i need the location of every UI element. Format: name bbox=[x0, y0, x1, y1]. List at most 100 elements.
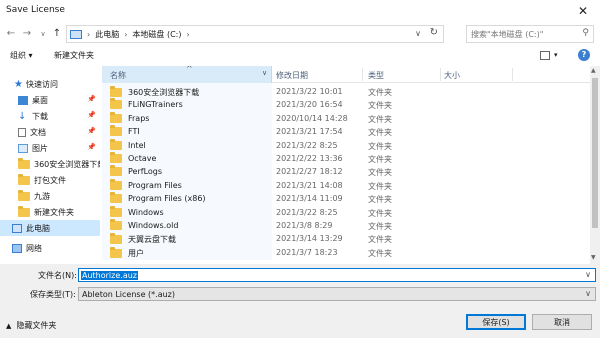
folder-icon bbox=[110, 205, 122, 217]
computer-icon bbox=[70, 29, 82, 39]
view-dropdown-icon[interactable]: ▾ bbox=[554, 51, 558, 59]
network-icon bbox=[12, 243, 22, 253]
table-row[interactable]: Windows 2021/3/22 8:25 文件夹 bbox=[102, 205, 590, 220]
nav-item-pictures[interactable]: 图片 📌 bbox=[0, 140, 100, 156]
nav-item-network[interactable]: 网络 bbox=[0, 240, 100, 256]
back-button[interactable]: ← bbox=[4, 26, 18, 42]
document-icon bbox=[18, 127, 26, 137]
file-name: 天翼云盘下载 bbox=[128, 235, 176, 245]
filename-input[interactable]: Authorize.auz ∨ bbox=[78, 268, 596, 282]
table-row[interactable]: FTI 2021/3/21 17:54 文件夹 bbox=[102, 125, 590, 139]
name-column-dropdown-icon[interactable]: ∨ bbox=[262, 69, 267, 77]
up-button[interactable]: ↑ bbox=[50, 26, 64, 42]
quick-access[interactable]: ★ 快速访问 bbox=[0, 76, 100, 92]
breadcrumb-drive-c[interactable]: 本地磁盘 (C:) bbox=[132, 29, 181, 40]
table-row[interactable]: 用户 2021/3/7 18:23 文件夹 bbox=[102, 246, 590, 260]
folder-icon bbox=[18, 173, 30, 185]
refresh-icon[interactable]: ↻ bbox=[430, 27, 438, 38]
nav-item-label: 桌面 bbox=[32, 95, 48, 105]
save-type-select[interactable]: Ableton License (*.auz) ∨ bbox=[78, 287, 596, 301]
nav-item-new-folder[interactable]: 新建文件夹 bbox=[0, 204, 100, 220]
recent-locations-button[interactable]: ∨ bbox=[36, 26, 50, 42]
file-type: 文件夹 bbox=[368, 222, 392, 231]
nav-item-label: 图片 bbox=[32, 143, 48, 153]
table-row[interactable]: 天翼云盘下载 2021/3/14 13:29 文件夹 bbox=[102, 233, 590, 246]
nav-item-label: 九游 bbox=[34, 191, 50, 201]
back-arrow-icon: ← bbox=[6, 28, 16, 39]
file-name-cell: 360安全浏览器下载 bbox=[110, 86, 200, 98]
scroll-down-icon[interactable]: ▼ bbox=[591, 254, 596, 261]
file-name: PerfLogs bbox=[128, 167, 163, 177]
file-name-cell: Program Files (x86) bbox=[110, 192, 206, 204]
forward-button[interactable]: → bbox=[20, 26, 34, 42]
table-row[interactable]: Octave 2021/2/22 13:36 文件夹 bbox=[102, 152, 590, 166]
file-type: 文件夹 bbox=[368, 248, 392, 258]
column-divider[interactable] bbox=[512, 68, 513, 81]
table-row[interactable]: Program Files (x86) 2021/3/14 11:09 文件夹 bbox=[102, 192, 590, 206]
folder-icon bbox=[110, 219, 122, 230]
vertical-scrollbar[interactable]: ▲ ▼ bbox=[590, 66, 600, 264]
table-row[interactable]: Windows.old 2021/3/8 8:29 文件夹 bbox=[102, 219, 590, 233]
file-list: ^ 名称 ∨ 修改日期 类型 大小 360安全浏览器下载 2021/3/22 10… bbox=[102, 66, 590, 260]
file-date: 2021/2/27 18:12 bbox=[276, 167, 343, 177]
file-name-cell: Octave bbox=[110, 152, 156, 163]
search-input[interactable]: 搜索"本地磁盘 (C:)" ⚲ bbox=[466, 25, 594, 43]
new-folder-button[interactable]: 新建文件夹 bbox=[54, 50, 94, 61]
nav-item-label: 新建文件夹 bbox=[34, 207, 74, 217]
folder-icon bbox=[110, 86, 122, 97]
table-row[interactable]: Intel 2021/3/22 8:25 文件夹 bbox=[102, 138, 590, 153]
file-date: 2021/3/7 18:23 bbox=[276, 247, 338, 257]
table-row[interactable]: Program Files 2021/3/21 14:08 文件夹 bbox=[102, 178, 590, 193]
file-date: 2021/3/22 8:25 bbox=[276, 140, 338, 150]
chevron-right-icon[interactable]: › bbox=[186, 30, 189, 39]
table-row[interactable]: Fraps 2020/10/14 14:28 文件夹 bbox=[102, 111, 590, 126]
file-name-cell: 天翼云盘下载 bbox=[110, 233, 176, 245]
column-header-type[interactable]: 类型 bbox=[368, 70, 384, 81]
toolbar: 组织 ▾ 新建文件夹 ▾ ? bbox=[0, 46, 600, 66]
file-name-cell: Intel bbox=[110, 138, 146, 150]
nav-item-360-downloads[interactable]: 360安全浏览器下载 bbox=[0, 156, 100, 172]
help-icon[interactable]: ? bbox=[578, 49, 590, 61]
folder-icon bbox=[110, 178, 122, 190]
table-row[interactable]: FLiNGTrainers 2021/3/20 16:54 文件夹 bbox=[102, 98, 590, 112]
file-type: 文件夹 bbox=[368, 235, 392, 245]
address-dropdown-icon[interactable]: ∨ bbox=[415, 29, 421, 38]
view-options-icon[interactable] bbox=[540, 51, 550, 60]
nav-item-desktop[interactable]: 桌面 📌 bbox=[0, 92, 100, 108]
table-row[interactable]: PerfLogs 2021/2/27 18:12 文件夹 bbox=[102, 165, 590, 179]
cancel-button[interactable]: 取消 bbox=[532, 314, 592, 330]
forward-arrow-icon: → bbox=[22, 28, 32, 39]
file-name-cell: FTI bbox=[110, 125, 140, 137]
nav-item-jiuyou[interactable]: 九游 bbox=[0, 188, 100, 204]
column-header-size[interactable]: 大小 bbox=[444, 70, 460, 81]
column-header-name[interactable]: 名称 bbox=[110, 70, 126, 81]
file-name: Program Files bbox=[128, 180, 182, 190]
file-type: 文件夹 bbox=[368, 101, 392, 111]
hide-folders-toggle[interactable]: ▲ 隐藏文件夹 bbox=[6, 320, 56, 331]
nav-item-documents[interactable]: 文档 📌 bbox=[0, 124, 100, 140]
file-name: 360安全浏览器下载 bbox=[128, 88, 200, 97]
breadcrumb-this-pc[interactable]: 此电脑 bbox=[95, 29, 119, 40]
organize-button[interactable]: 组织 ▾ bbox=[10, 50, 33, 61]
nav-item-this-pc[interactable]: 此电脑 bbox=[0, 220, 100, 236]
folder-icon bbox=[110, 138, 122, 150]
column-header-date[interactable]: 修改日期 bbox=[276, 70, 308, 81]
address-bar[interactable]: › 此电脑 › 本地磁盘 (C:) › ∨ ↻ bbox=[66, 25, 444, 43]
chevron-down-icon[interactable]: ∨ bbox=[585, 270, 591, 279]
save-type-value: Ableton License (*.auz) bbox=[82, 289, 175, 299]
nav-item-packages[interactable]: 打包文件 bbox=[0, 172, 100, 188]
table-row[interactable]: 360安全浏览器下载 2021/3/22 10:01 文件夹 bbox=[102, 86, 590, 99]
column-divider[interactable] bbox=[362, 68, 363, 81]
column-divider[interactable] bbox=[440, 68, 441, 81]
file-type: 文件夹 bbox=[368, 88, 392, 97]
navigation-bar: ← → ∨ ↑ › 此电脑 › 本地磁盘 (C:) › ∨ ↻ 搜索"本地磁盘 … bbox=[0, 22, 600, 46]
close-button[interactable]: ✕ bbox=[566, 0, 600, 22]
scroll-up-icon[interactable]: ▲ bbox=[591, 67, 596, 74]
file-name: 用户 bbox=[128, 248, 144, 258]
nav-item-download[interactable]: ↓ 下载 📌 bbox=[0, 108, 100, 124]
pin-icon: 📌 bbox=[87, 111, 96, 119]
close-icon: ✕ bbox=[577, 4, 589, 18]
scrollbar-thumb[interactable] bbox=[592, 78, 598, 228]
save-button[interactable]: 保存(S) bbox=[466, 314, 526, 330]
nav-item-label: 360安全浏览器下载 bbox=[34, 159, 100, 169]
